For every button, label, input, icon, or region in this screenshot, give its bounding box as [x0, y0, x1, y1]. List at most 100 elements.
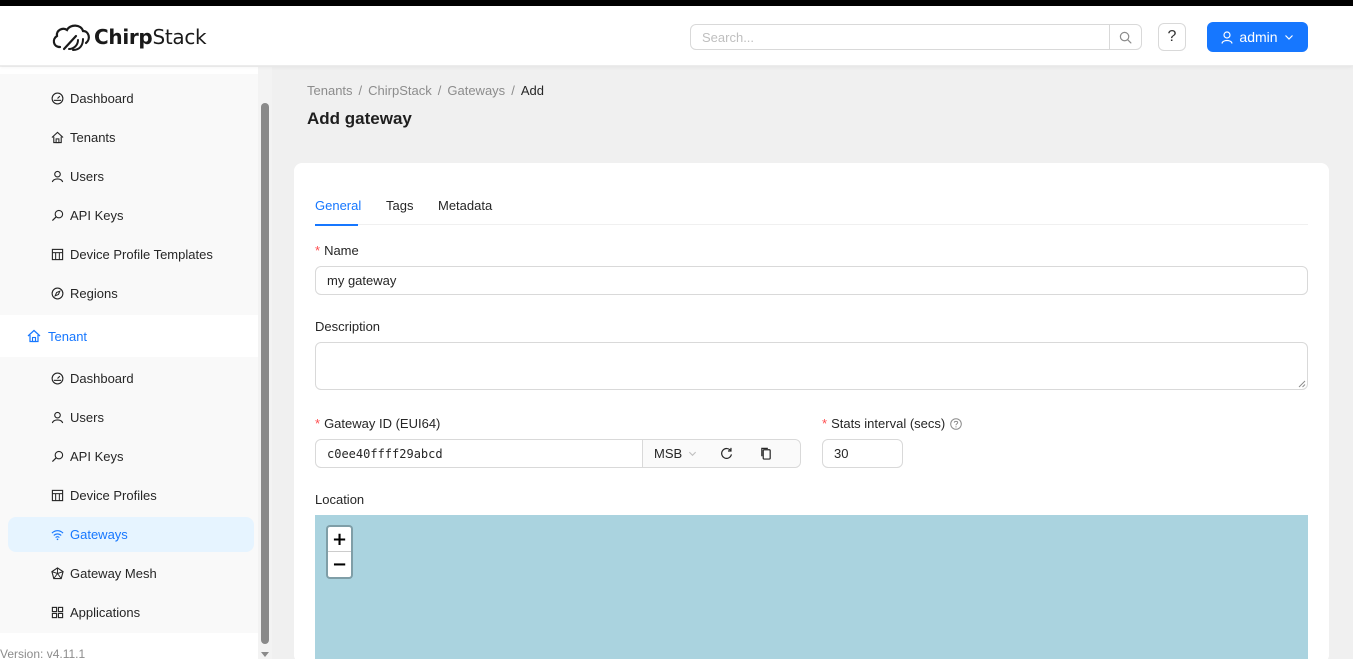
- search-button[interactable]: [1109, 25, 1141, 49]
- reload-icon: [720, 447, 732, 459]
- breadcrumb: Tenants / ChirpStack / Gateways / Add: [307, 83, 544, 98]
- gateway-id-label-text: Gateway ID (EUI64): [324, 416, 441, 431]
- gateway-id-label: * Gateway ID (EUI64): [315, 416, 440, 431]
- sidebar-item-label: Users: [70, 169, 104, 184]
- gateway-form-card: General Tags Metadata * Name Description…: [294, 163, 1329, 659]
- sidebar-item-gateway-mesh[interactable]: Gateway Mesh: [8, 556, 254, 591]
- sidebar-scrollbar[interactable]: [258, 67, 272, 659]
- description-textarea[interactable]: [315, 342, 1308, 390]
- sidebar-item-tenants[interactable]: Tenants: [8, 120, 254, 155]
- tab-metadata[interactable]: Metadata: [438, 198, 492, 225]
- tab-general[interactable]: General: [315, 198, 362, 226]
- gateway-id-addon: MSB: [642, 440, 800, 467]
- search-input[interactable]: [691, 25, 1109, 49]
- dashboard-icon: [51, 92, 64, 105]
- sidebar-item-applications[interactable]: Applications: [8, 595, 254, 630]
- location-map[interactable]: + −: [315, 515, 1308, 659]
- sidebar-item-device-profiles[interactable]: Device Profiles: [8, 478, 254, 513]
- description-label: Description: [315, 319, 380, 334]
- name-label-text: Name: [324, 243, 359, 258]
- gateway-id-input[interactable]: [316, 440, 642, 467]
- stats-interval-label: * Stats interval (secs): [822, 416, 963, 431]
- tab-label: General: [315, 198, 362, 213]
- sidebar-item-label: Applications: [70, 605, 141, 620]
- resize-grip-icon[interactable]: [1298, 380, 1306, 388]
- apps-icon: [51, 606, 64, 619]
- logo-cloud-icon: [52, 24, 90, 51]
- sidebar-item-gateways[interactable]: Gateways: [8, 517, 254, 552]
- sidebar-item-tenant-dashboard[interactable]: Dashboard: [8, 361, 254, 396]
- tab-active-indicator: [315, 224, 358, 226]
- home-icon: [27, 329, 41, 343]
- breadcrumb-current: Add: [520, 83, 544, 98]
- zoom-out-icon: −: [331, 554, 348, 575]
- compass-icon: [51, 287, 64, 300]
- gateway-id-field: MSB: [315, 439, 801, 468]
- tab-bar: General Tags Metadata: [315, 198, 1308, 226]
- template-icon: [51, 489, 64, 502]
- template-icon: [51, 248, 64, 261]
- user-menu-button[interactable]: admin: [1207, 22, 1308, 52]
- tab-tags[interactable]: Tags: [386, 198, 413, 225]
- generate-id-button[interactable]: [710, 440, 742, 467]
- zoom-out-button[interactable]: −: [328, 552, 351, 577]
- wifi-icon: [51, 530, 64, 541]
- question-circle-icon[interactable]: [950, 417, 963, 430]
- user-icon: [1221, 30, 1234, 44]
- sidebar-item-api-keys[interactable]: API Keys: [8, 198, 254, 233]
- sidebar-item-label: Dashboard: [70, 371, 134, 386]
- breadcrumb-separator: /: [437, 83, 442, 98]
- sidebar-item-label: Dashboard: [70, 91, 134, 106]
- sidebar-item-label: Tenants: [70, 130, 116, 145]
- map-zoom-control: + −: [326, 525, 353, 579]
- chevron-down-icon: [1284, 35, 1293, 40]
- required-marker: *: [822, 416, 828, 431]
- scrollbar-thumb[interactable]: [261, 103, 269, 644]
- tab-label: Tags: [386, 198, 414, 213]
- user-icon: [51, 411, 64, 424]
- byte-order-value: MSB: [654, 446, 683, 461]
- key-icon: [51, 450, 64, 463]
- sidebar-section-label: Tenant: [48, 328, 88, 344]
- sidebar-item-label: Regions: [70, 286, 118, 301]
- sidebar-item-label: Gateway Mesh: [70, 566, 157, 581]
- sidebar-item-admin-dashboard[interactable]: Dashboard: [8, 81, 254, 116]
- logo-text: ChirpStack: [94, 25, 207, 49]
- stats-interval-input[interactable]: [822, 439, 903, 468]
- breadcrumb-separator: /: [511, 83, 515, 98]
- chirpstack-logo[interactable]: ChirpStack: [50, 21, 207, 53]
- scroll-down-arrow-icon[interactable]: [261, 652, 269, 657]
- required-marker: *: [315, 416, 321, 431]
- sidebar: Dashboard Tenants Users API Keys Device …: [0, 67, 258, 659]
- breadcrumb-item-gateways[interactable]: Gateways: [447, 83, 505, 98]
- user-name: admin: [1239, 29, 1278, 45]
- sidebar-item-tenant-users[interactable]: Users: [8, 400, 254, 435]
- sidebar-item-tenant-api-keys[interactable]: API Keys: [8, 439, 254, 474]
- sidebar-item-device-profile-templates[interactable]: Device Profile Templates: [8, 237, 254, 272]
- version-label: Version: v4.11.1: [0, 647, 86, 659]
- page-title: Add gateway: [307, 109, 412, 128]
- copy-id-button[interactable]: [750, 440, 782, 467]
- byte-order-select[interactable]: MSB: [654, 446, 710, 461]
- name-label: * Name: [315, 243, 359, 258]
- sidebar-item-label: API Keys: [70, 208, 124, 223]
- zoom-in-icon: +: [331, 528, 348, 550]
- sidebar-item-label: Device Profile Templates: [70, 247, 213, 262]
- sidebar-item-label: API Keys: [70, 449, 124, 464]
- help-icon: ?: [1167, 28, 1177, 45]
- mesh-icon: [51, 567, 64, 580]
- help-button[interactable]: ?: [1158, 23, 1186, 51]
- sidebar-item-label: Device Profiles: [70, 488, 157, 503]
- sidebar-item-regions[interactable]: Regions: [8, 276, 254, 311]
- breadcrumb-item-tenants[interactable]: Tenants: [307, 83, 353, 98]
- search-icon: [1119, 31, 1132, 43]
- zoom-in-button[interactable]: +: [328, 527, 351, 552]
- key-icon: [51, 209, 64, 222]
- breadcrumb-item-tenant[interactable]: ChirpStack: [368, 83, 432, 98]
- sidebar-item-users[interactable]: Users: [8, 159, 254, 194]
- sidebar-item-label: Gateways: [70, 527, 128, 542]
- name-input[interactable]: [315, 266, 1308, 295]
- sidebar-item-label: Users: [70, 410, 104, 425]
- sidebar-section-tenant[interactable]: Tenant: [8, 318, 254, 354]
- home-icon: [51, 131, 64, 144]
